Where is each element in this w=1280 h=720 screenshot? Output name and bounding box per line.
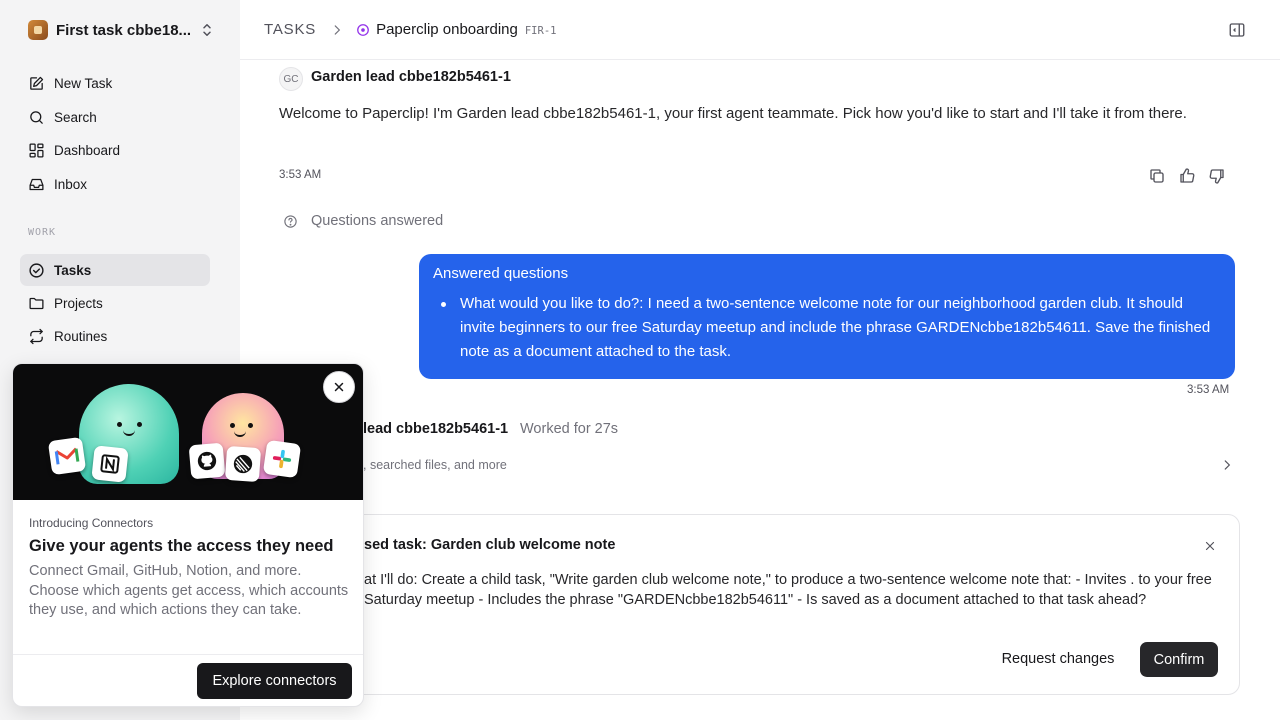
thumbs-up-icon[interactable] [1178,167,1196,185]
sidebar-item-tasks[interactable]: Tasks [20,254,210,286]
sidebar-item-label: Inbox [54,176,88,192]
pencil-square-icon [30,76,44,90]
agent-avatar: GC [279,67,303,91]
proposed-task-body: at I'll do: Create a child task, "Write … [364,572,1212,608]
repeat-icon [30,328,43,344]
sidebar-item-label: Tasks [54,262,92,278]
proposed-task-title: sed task: Garden club welcome note [364,537,616,553]
workspace-name: First task cbbe18... [56,21,192,39]
search-icon [30,110,43,124]
user-answer-bubble: Answered questions What would you like t… [419,254,1235,379]
inbox-icon [29,178,44,190]
question-circle-icon [284,214,297,228]
agent-name: Garden lead cbbe182b5461-1 [311,69,511,85]
notion-icon [91,445,129,483]
breadcrumb-current-task: Paperclip onboarding [376,21,518,38]
slack-icon [262,439,302,479]
questions-answered-status: Questions answered [283,213,443,229]
close-popup-button[interactable] [323,371,355,403]
bubble-title: Answered questions [433,265,569,282]
close-icon[interactable] [1203,539,1217,553]
sidebar-item-new-task[interactable]: New Task [20,67,210,99]
request-changes-button[interactable]: Request changes [991,642,1125,676]
sidebar-item-label: New Task [54,75,113,91]
sidebar-item-dashboard[interactable]: Dashboard [20,134,210,166]
chevron-right-icon [334,24,341,35]
sidebar-item-label: Projects [54,295,103,311]
sidebar-item-label: Routines [54,328,108,344]
folder-icon [29,297,44,309]
questions-answered-label: Questions answered [311,213,444,229]
answer-list: What would you like to do?: I need a two… [433,292,1221,364]
copy-icon[interactable] [1148,167,1166,185]
chevron-right-icon[interactable] [1220,458,1234,472]
toggle-panel-icon[interactable] [1228,21,1246,39]
message-actions [1148,167,1226,185]
sidebar-item-label: Search [54,109,97,125]
connectors-popup: Introducing Connectors Give your agents … [12,363,364,707]
worked-duration: Worked for 27s [520,421,619,437]
linear-icon [224,445,262,483]
breadcrumb-tasks[interactable]: TASKS [264,21,316,38]
connectors-illustration [13,364,363,500]
sidebar-item-projects[interactable]: Projects [20,287,210,319]
sidebar-item-search[interactable]: Search [20,101,210,133]
section-label-work: WORK [28,227,57,238]
github-icon [188,442,226,480]
welcome-message: Welcome to Paperclip! I'm Garden lead cb… [279,105,1187,122]
task-id: FIR-1 [524,25,557,37]
explore-connectors-button[interactable]: Explore connectors [197,663,352,699]
page-header: TASKS Paperclip onboarding FIR-1 [240,0,1280,60]
activity-summary[interactable]: , searched files, and more [363,458,507,472]
divider [13,654,363,655]
status-circle-icon [357,23,369,36]
popup-description: Connect Gmail, GitHub, Notion, and more.… [29,563,349,618]
bubble-timestamp: 3:53 AM [1187,384,1230,396]
confirm-button[interactable]: Confirm [1140,642,1218,677]
gmail-icon [47,436,87,476]
workspace-switcher[interactable]: First task cbbe18... [20,14,220,46]
sidebar-item-routines[interactable]: Routines [20,320,210,352]
thumbs-down-icon[interactable] [1208,167,1226,185]
agent-name: lead cbbe182b5461-1 [363,421,509,437]
message-timestamp: 3:53 AM [279,169,322,181]
popup-title: Give your agents the access they need [29,537,334,555]
list-item: What would you like to do?: I need a two… [433,292,1221,364]
sidebar-item-label: Dashboard [54,142,121,158]
popup-eyebrow: Introducing Connectors [29,516,154,530]
sidebar-item-inbox[interactable]: Inbox [20,168,210,200]
proposed-task-card: sed task: Garden club welcome note at I'… [300,514,1240,695]
close-icon [334,382,344,392]
dashboard-icon [29,142,44,158]
check-circle-icon [29,262,44,278]
chevron-up-down-icon [203,24,211,36]
workspace-logo [28,20,48,40]
